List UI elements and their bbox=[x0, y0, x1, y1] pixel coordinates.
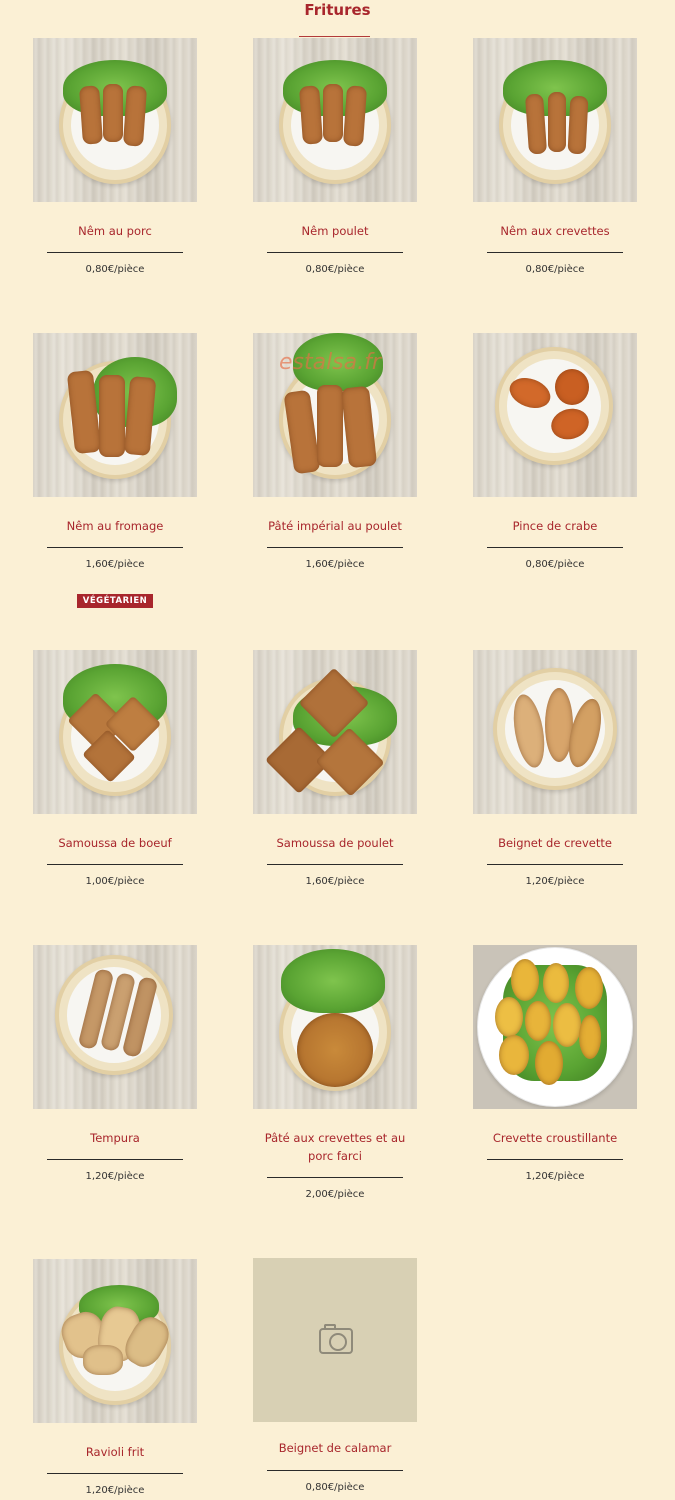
food-photo[interactable] bbox=[253, 945, 417, 1109]
food-photo[interactable] bbox=[33, 38, 197, 202]
divider bbox=[487, 864, 623, 865]
item-price: 1,20€/pièce bbox=[525, 1171, 585, 1182]
divider bbox=[47, 1159, 183, 1160]
item-price: 1,00€/pièce bbox=[85, 876, 145, 887]
food-photo[interactable] bbox=[473, 650, 637, 814]
food-photo[interactable] bbox=[473, 333, 637, 497]
food-photo[interactable] bbox=[33, 333, 197, 497]
menu-item-card[interactable]: Nêm au porc 0,80€/pièce bbox=[33, 38, 197, 275]
item-price: 0,80€/pièce bbox=[525, 559, 585, 570]
food-photo[interactable] bbox=[33, 945, 197, 1109]
item-price: 1,60€/pièce bbox=[305, 559, 365, 570]
item-price: 1,20€/pièce bbox=[85, 1485, 145, 1496]
food-photo[interactable] bbox=[253, 650, 417, 814]
item-price: 0,80€/pièce bbox=[85, 264, 145, 275]
divider bbox=[47, 547, 183, 548]
item-price: 0,80€/pièce bbox=[525, 264, 585, 275]
item-name: Crevette croustillante bbox=[492, 1131, 618, 1145]
food-photo[interactable] bbox=[473, 38, 637, 202]
divider bbox=[47, 864, 183, 865]
item-name: Nêm au porc bbox=[78, 224, 152, 238]
divider bbox=[267, 864, 403, 865]
divider bbox=[267, 1177, 403, 1178]
menu-item-card[interactable]: Samoussa de boeuf 1,00€/pièce bbox=[33, 650, 197, 887]
item-name: Pâté impérial au poulet bbox=[268, 519, 402, 533]
item-name: Ravioli frit bbox=[85, 1445, 145, 1459]
divider bbox=[267, 1470, 403, 1471]
divider bbox=[487, 252, 623, 253]
item-price: 1,60€/pièce bbox=[305, 876, 365, 887]
item-name: Beignet de calamar bbox=[278, 1441, 392, 1455]
menu-item-card[interactable]: Tempura 1,20€/pièce bbox=[33, 945, 197, 1182]
watermark: estalsa.fr bbox=[279, 350, 381, 375]
menu-item-card[interactable]: Nêm aux crevettes 0,80€/pièce bbox=[473, 38, 637, 275]
item-price: 0,80€/pièce bbox=[305, 264, 365, 275]
camera-icon bbox=[319, 1324, 353, 1354]
item-name: Nêm aux crevettes bbox=[500, 224, 610, 238]
item-price: 0,80€/pièce bbox=[305, 1482, 365, 1493]
photo-placeholder[interactable] bbox=[253, 1258, 417, 1422]
food-photo[interactable] bbox=[33, 650, 197, 814]
divider bbox=[267, 547, 403, 548]
item-price: 1,60€/pièce bbox=[85, 559, 145, 570]
item-price: 2,00€/pièce bbox=[305, 1189, 365, 1200]
section-title: Fritures bbox=[304, 1, 371, 19]
item-name: Pince de crabe bbox=[512, 519, 598, 533]
menu-item-card[interactable]: Crevette croustillante 1,20€/pièce bbox=[473, 945, 637, 1182]
divider bbox=[47, 1473, 183, 1474]
item-name: Pâté aux crevettes et au porc farci bbox=[264, 1131, 406, 1163]
food-photo[interactable] bbox=[253, 38, 417, 202]
item-name: Beignet de crevette bbox=[498, 836, 612, 850]
menu-item-card[interactable]: Beignet de calamar 0,80€/pièce bbox=[253, 1258, 417, 1493]
divider bbox=[267, 252, 403, 253]
menu-item-card[interactable]: Beignet de crevette 1,20€/pièce bbox=[473, 650, 637, 887]
food-photo[interactable] bbox=[33, 1259, 197, 1423]
item-name: Nêm poulet bbox=[301, 224, 369, 238]
vegetarian-badge: VÉGÉTARIEN bbox=[77, 594, 153, 608]
divider bbox=[47, 252, 183, 253]
menu-item-card[interactable]: Pince de crabe 0,80€/pièce bbox=[473, 333, 637, 570]
title-underline bbox=[299, 36, 370, 37]
item-price: 1,20€/pièce bbox=[85, 1171, 145, 1182]
menu-item-card[interactable]: Samoussa de poulet 1,60€/pièce bbox=[253, 650, 417, 887]
item-price: 1,20€/pièce bbox=[525, 876, 585, 887]
menu-item-card[interactable]: Nêm au fromage 1,60€/pièce bbox=[33, 333, 197, 570]
menu-item-card[interactable]: Pâté aux crevettes et au porc farci 2,00… bbox=[253, 945, 417, 1200]
divider bbox=[487, 547, 623, 548]
item-name: Nêm au fromage bbox=[66, 519, 164, 533]
menu-item-card[interactable]: Nêm poulet 0,80€/pièce bbox=[253, 38, 417, 275]
menu-item-card[interactable]: Ravioli frit 1,20€/pièce bbox=[33, 1259, 197, 1496]
item-name: Samoussa de poulet bbox=[276, 836, 394, 850]
item-name: Tempura bbox=[90, 1131, 140, 1145]
item-name: Samoussa de boeuf bbox=[58, 836, 172, 850]
divider bbox=[487, 1159, 623, 1160]
food-photo[interactable] bbox=[473, 945, 637, 1109]
